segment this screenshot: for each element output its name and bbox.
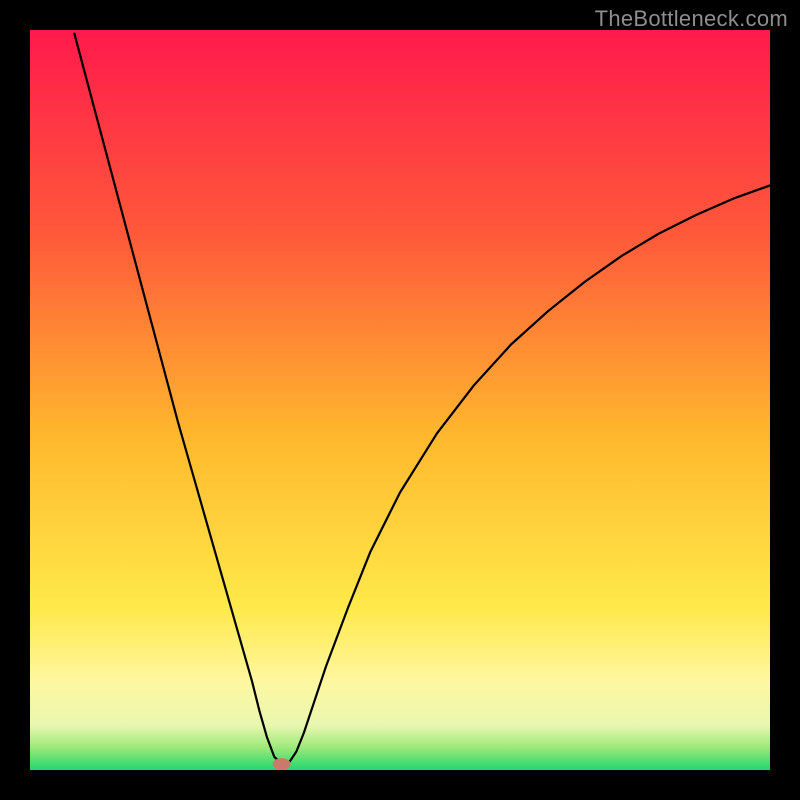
- plot-area: [30, 30, 770, 770]
- chart-svg: [30, 30, 770, 770]
- chart-frame: TheBottleneck.com: [0, 0, 800, 800]
- minimum-marker: [273, 758, 291, 770]
- attribution-label: TheBottleneck.com: [595, 6, 788, 32]
- background-gradient: [30, 30, 770, 770]
